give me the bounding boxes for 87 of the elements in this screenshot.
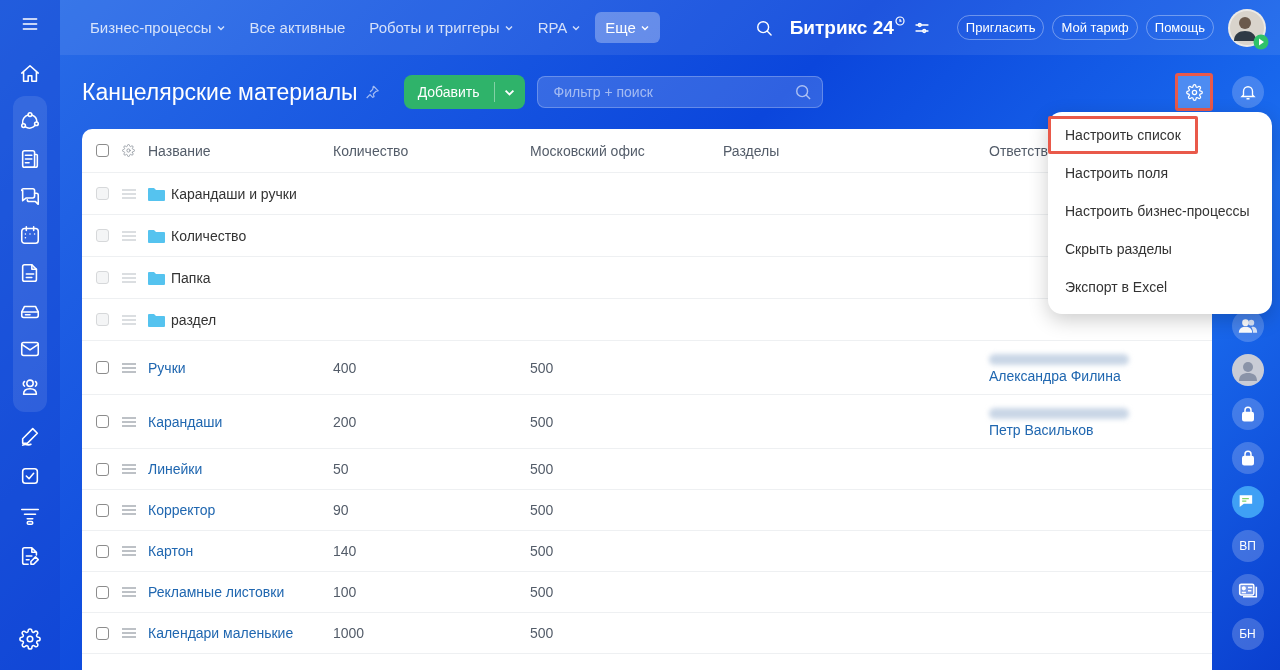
row-checkbox[interactable] [96,361,109,374]
table-cell: 500 [530,625,554,641]
menu-item[interactable]: Настроить список [1048,116,1198,154]
column-settings-icon[interactable] [122,144,135,157]
drag-handle-icon[interactable] [122,464,136,474]
drag-handle-icon[interactable] [122,587,136,597]
document-edit-icon[interactable] [19,545,41,567]
calendar-icon[interactable] [19,224,41,246]
nav-tab[interactable]: Роботы и триггеры [359,12,524,43]
row-checkbox[interactable] [96,585,109,599]
table-cell: 1000 [333,625,365,641]
drag-handle-icon[interactable] [122,628,136,638]
chat-icon[interactable] [1231,486,1264,518]
row-checkbox[interactable] [96,503,109,517]
folder-icon [148,270,165,285]
menu-item[interactable]: Настроить бизнес-процессы [1048,192,1267,230]
column-header[interactable]: Московский офис [530,142,645,159]
table-cell: 140 [333,543,357,559]
initials-avatar[interactable]: БН [1231,618,1264,650]
menu-item[interactable]: Скрыть разделы [1048,230,1189,268]
row-checkbox[interactable] [96,415,109,428]
table-cell: 100 [333,584,357,600]
gear-icon [1185,83,1203,101]
home-icon[interactable] [19,63,41,85]
responsible-link[interactable]: Александра Филина [989,367,1121,385]
settings-button[interactable] [1175,73,1213,111]
clock-icon [894,15,905,26]
news-icon[interactable] [19,148,41,170]
drag-handle-icon[interactable] [122,272,136,283]
drag-handle-icon[interactable] [122,505,136,515]
column-header[interactable]: Разделы [723,142,780,159]
avatar[interactable] [1231,354,1264,386]
play-badge-icon [1253,33,1269,50]
drag-handle-icon[interactable] [122,314,136,325]
table-cell: 200 [333,413,357,430]
drag-handle-icon[interactable] [122,546,136,556]
table-cell: 90 [333,502,349,518]
checkbox-icon[interactable] [19,465,41,487]
folder-icon [148,228,165,243]
row-checkbox[interactable] [96,626,109,640]
lock-icon[interactable] [1231,398,1264,430]
folder-icon [148,312,165,327]
nav-tab[interactable]: Еще [595,12,660,43]
column-header[interactable]: Количество [333,142,409,159]
item-link[interactable]: Рекламные листовки [148,584,285,600]
page-title: Канцелярские материалы [82,78,358,106]
settings-icon[interactable] [19,628,41,650]
table-cell: 500 [530,543,554,559]
table-cell: 500 [530,584,554,600]
item-link[interactable]: Картон [148,543,194,559]
drag-handle-icon[interactable] [122,188,136,199]
lock-icon[interactable] [1231,442,1264,474]
select-all-checkbox[interactable] [96,144,109,157]
responsible-link[interactable]: Петр Васильков [989,421,1094,439]
pin-icon[interactable] [363,84,380,100]
row-checkbox[interactable] [96,544,109,558]
table-cell: 500 [530,359,554,376]
nav-tab[interactable]: RPA [527,12,592,43]
folder-icon [148,186,165,201]
table-cell: 400 [333,359,357,376]
nav-tab[interactable]: Все активные [239,12,356,43]
bell-icon[interactable] [1231,76,1264,108]
drag-handle-icon[interactable] [122,416,136,427]
chat-icon[interactable] [19,186,41,208]
nav-tab[interactable]: Бизнес-процессы [80,12,236,43]
table-cell: 500 [530,413,554,430]
menu-item[interactable]: Настроить поля [1048,154,1186,192]
item-link[interactable]: Корректор [148,502,216,518]
drag-handle-icon[interactable] [122,362,136,373]
table-cell: 50 [333,461,349,477]
drag-handle-icon[interactable] [122,230,136,241]
table-cell: 500 [530,502,554,518]
item-link[interactable]: Ручки [148,359,186,376]
row-checkbox[interactable] [96,462,109,476]
item-link[interactable]: Линейки [148,461,203,477]
logo[interactable]: Битрикс 24 [789,16,894,39]
menu-item[interactable]: Экспорт в Excel [1048,268,1185,306]
item-link[interactable]: Календари маленькие [148,625,294,641]
column-header[interactable]: Ответств [989,142,1048,159]
user-avatar[interactable] [1228,8,1266,47]
column-header[interactable]: Название [148,142,211,159]
initials-avatar[interactable]: ВП [1231,530,1264,562]
pen-icon[interactable] [19,425,41,447]
table-cell: 500 [530,461,554,477]
circle-nodes-icon[interactable] [19,110,41,132]
contact-card-icon[interactable] [1231,574,1264,606]
item-link[interactable]: Карандаши [148,413,223,430]
